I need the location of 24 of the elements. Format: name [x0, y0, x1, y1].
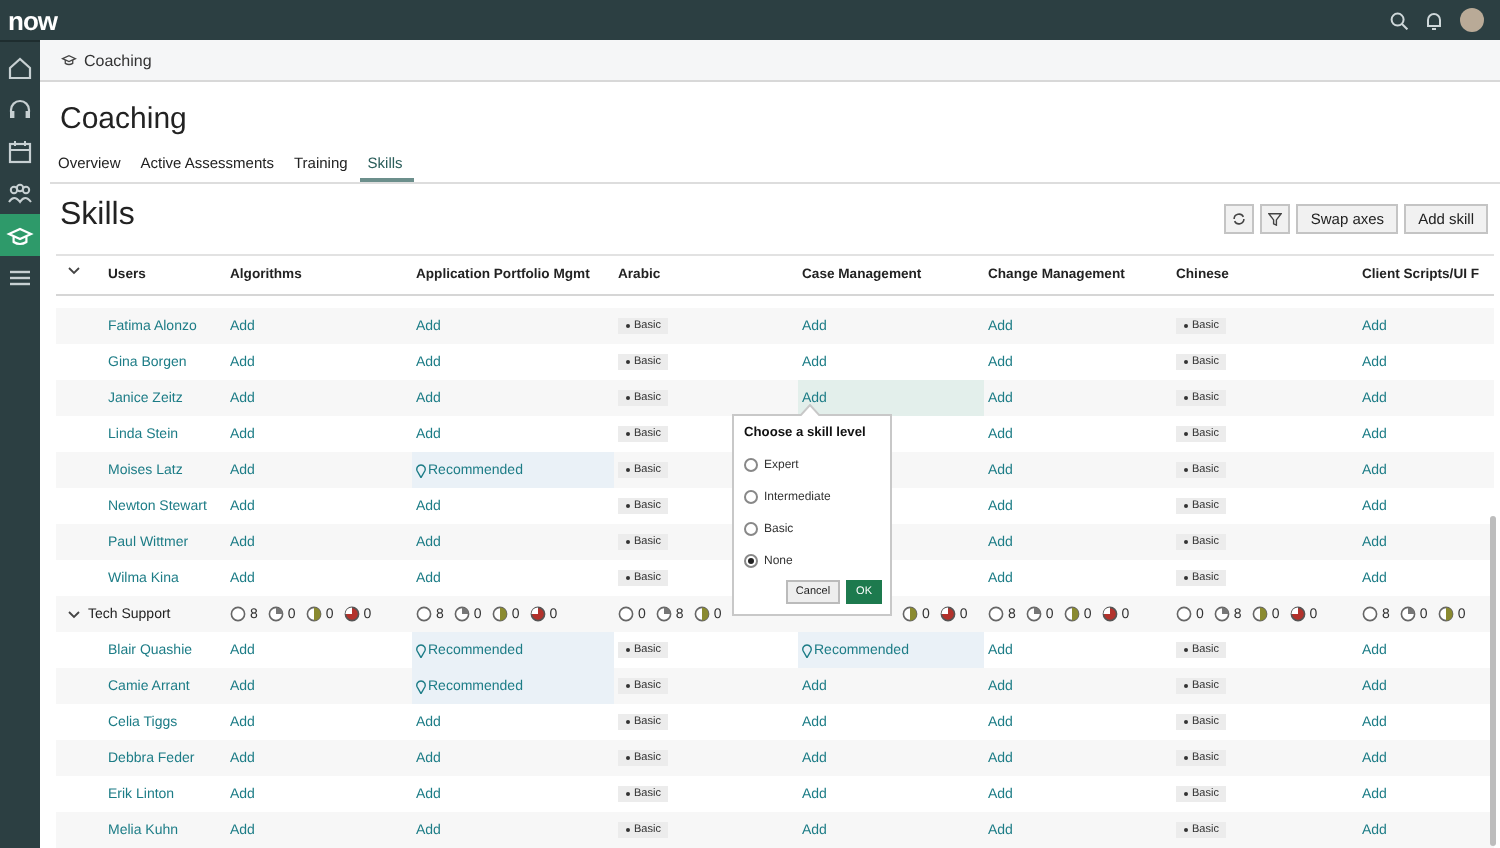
pin-icon [416, 643, 426, 657]
logo[interactable]: now [8, 5, 57, 35]
search-icon[interactable] [1390, 11, 1408, 29]
calendar-icon [6, 137, 34, 165]
pin-icon [416, 679, 426, 693]
pin-icon [802, 643, 812, 657]
scrollbar[interactable] [1490, 516, 1496, 846]
section-title: Skills [60, 197, 135, 233]
page-title: Coaching [60, 102, 189, 136]
bell-icon[interactable] [1426, 11, 1442, 29]
filter-button[interactable] [1260, 204, 1291, 234]
avatar[interactable] [1460, 8, 1484, 32]
chevron-icon[interactable] [68, 266, 80, 276]
cap-icon [60, 53, 78, 67]
home-icon [6, 53, 34, 81]
refresh-button[interactable] [1224, 204, 1255, 234]
people-icon [6, 179, 34, 207]
breadcrumb-tab[interactable]: Coaching [60, 51, 152, 69]
refresh-icon [1232, 212, 1247, 226]
filter-icon [1268, 212, 1283, 226]
chevron-icon[interactable] [68, 609, 80, 619]
pin-icon [416, 463, 426, 477]
headset-icon [6, 95, 34, 123]
sidebar-item[interactable] [0, 214, 40, 256]
